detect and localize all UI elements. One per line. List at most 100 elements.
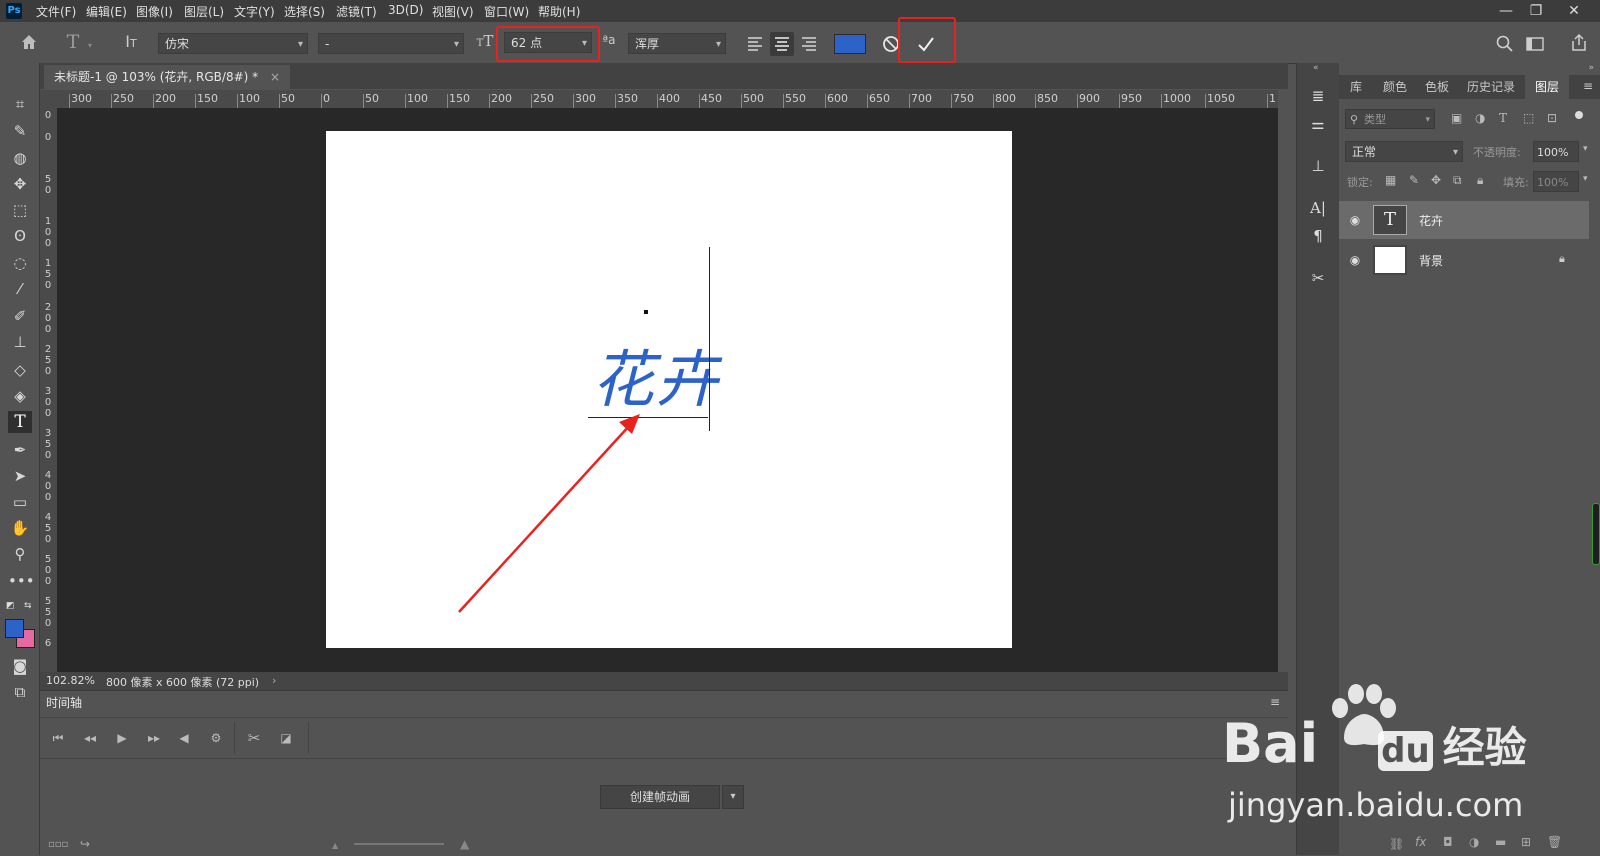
layer-filter-select[interactable]: ⚲ 类型 ▾	[1345, 109, 1435, 129]
type-tool-preset-icon[interactable]: T	[62, 31, 84, 53]
eraser-tool-icon[interactable]: ◇	[8, 359, 32, 381]
chevron-right-icon[interactable]: ›	[272, 674, 276, 687]
screen-mode-icon[interactable]: ⧉	[8, 681, 32, 703]
menu-help[interactable]: 帮助(H)	[538, 3, 580, 20]
chevron-down-icon[interactable]: ▾	[1583, 174, 1588, 184]
restore-button[interactable]: ❐	[1524, 1, 1548, 21]
zoom-in-icon[interactable]: ▲	[460, 837, 469, 851]
filter-toggle-icon[interactable]	[1575, 111, 1583, 119]
default-colors-icon[interactable]: ◩	[6, 601, 16, 611]
menu-layer[interactable]: 图层(L)	[184, 3, 224, 20]
brush-tool-icon[interactable]: ✐	[8, 305, 32, 327]
transition-icon[interactable]: ◪	[276, 728, 296, 748]
share-icon[interactable]	[1568, 32, 1590, 54]
font-style-select[interactable]: - ▾	[318, 33, 464, 54]
search-icon[interactable]	[1494, 33, 1516, 55]
lock-position-icon[interactable]: ✥	[1431, 173, 1441, 187]
menu-select[interactable]: 选择(S)	[284, 3, 325, 20]
menu-image[interactable]: 图像(I)	[136, 3, 173, 20]
type-tool-icon[interactable]: T	[8, 411, 32, 433]
rectangle-tool-icon[interactable]: ▭	[8, 491, 32, 513]
filter-adjustment-icon[interactable]: ◑	[1475, 111, 1485, 125]
layer-name[interactable]: 花卉	[1419, 212, 1443, 229]
adjustments-icon[interactable]: ⚌	[1307, 113, 1329, 135]
pen-tool-icon[interactable]: ✒	[8, 439, 32, 461]
blend-mode-select[interactable]: 正常 ▾	[1345, 141, 1463, 162]
character-panel-icon[interactable]: A|	[1307, 197, 1329, 219]
visibility-eye-icon[interactable]: ◉	[1347, 213, 1363, 227]
crop-tool-icon[interactable]: ⌗	[8, 93, 32, 115]
toggle-text-orientation-icon[interactable]: IT	[120, 32, 142, 54]
visibility-eye-icon[interactable]: ◉	[1347, 253, 1363, 267]
frame-view-icon[interactable]: ▫▫▫	[48, 839, 68, 850]
chevron-down-icon[interactable]: ▾	[1583, 144, 1588, 154]
filter-pixel-icon[interactable]: ▣	[1451, 111, 1462, 125]
fill-input[interactable]: 100%	[1533, 171, 1579, 192]
lock-transparent-icon[interactable]: ▦	[1385, 173, 1396, 187]
menu-filter[interactable]: 滤镜(T)	[336, 3, 377, 20]
paint-bucket-tool-icon[interactable]: ◈	[8, 385, 32, 407]
horizontal-ruler[interactable]: 300 250 200 150 100 50 0 50 100 150 200 250 300 350 40…	[57, 90, 1278, 109]
convert-icon[interactable]: ↪	[80, 837, 90, 851]
close-tab-icon[interactable]: ×	[270, 70, 280, 84]
home-icon[interactable]	[18, 32, 40, 54]
collapse-arrows-icon[interactable]: «	[1313, 63, 1319, 73]
tools-presets-icon[interactable]: ✂	[1307, 267, 1329, 289]
lock-image-icon[interactable]: ✎	[1409, 173, 1419, 187]
tab-swatches[interactable]: 色板	[1417, 75, 1457, 99]
preset-chevron-icon[interactable]: ▾	[88, 41, 92, 50]
move-tool-icon[interactable]: ✥	[8, 173, 32, 195]
next-frame-icon[interactable]: ▸▸	[144, 728, 164, 748]
quick-select-tool-icon[interactable]: ◌	[8, 252, 32, 274]
paragraph-panel-icon[interactable]: ¶	[1307, 225, 1329, 247]
stamp-tool-icon[interactable]: ⊥	[8, 331, 32, 353]
filter-type-icon[interactable]: T	[1499, 111, 1507, 125]
vertical-ruler[interactable]: 0 0 5 0 1 0 0 1 5 0 2 0 0 2 5 0 3 0 0 3 5 0 4 0 0…	[40, 108, 58, 672]
minimize-button[interactable]: —	[1494, 1, 1518, 21]
filter-shape-icon[interactable]: ⬚	[1523, 111, 1534, 125]
panel-scrollbar[interactable]	[1592, 503, 1600, 565]
tab-layers[interactable]: 图层	[1525, 75, 1569, 99]
timeline-zoom-slider[interactable]	[354, 843, 444, 845]
previous-frame-icon[interactable]: ◂◂	[80, 728, 100, 748]
layer-name[interactable]: 背景	[1419, 252, 1443, 269]
menu-type[interactable]: 文字(Y)	[234, 3, 275, 20]
play-icon[interactable]: ▶	[112, 728, 132, 748]
align-center-icon[interactable]	[770, 32, 794, 56]
eyedropper-tool-icon[interactable]: ⁄	[8, 278, 32, 300]
more-tools-icon[interactable]: •••	[8, 570, 35, 592]
marquee-tool-icon[interactable]: ⬚	[8, 199, 32, 221]
zoom-level[interactable]: 102.82%	[46, 674, 95, 687]
expand-arrows-icon[interactable]: »	[1588, 63, 1594, 73]
lasso-tool-icon[interactable]: ʘ	[8, 225, 32, 247]
timeline-tab[interactable]: 时间轴	[46, 694, 82, 711]
menu-file[interactable]: 文件(F)	[36, 3, 76, 20]
brush-settings-icon[interactable]: ≣	[1307, 85, 1329, 107]
menu-view[interactable]: 视图(V)	[432, 3, 474, 20]
ruler-origin[interactable]	[40, 90, 57, 108]
swap-colors-icon[interactable]: ⇆	[24, 601, 34, 611]
menu-edit[interactable]: 编辑(E)	[86, 3, 127, 20]
antialias-select[interactable]: 浑厚 ▾	[628, 33, 726, 54]
text-color-swatch[interactable]	[834, 34, 866, 54]
layer-row-background[interactable]: ◉ 背景 🔒︎	[1339, 241, 1589, 279]
canvas-text-layer[interactable]: 花卉	[592, 345, 720, 415]
healing-brush-tool-icon[interactable]: ✎	[8, 120, 32, 142]
foreground-color-swatch[interactable]	[5, 619, 24, 638]
lock-artboard-icon[interactable]: ⧉	[1453, 173, 1462, 188]
zoom-out-icon[interactable]: ▲	[332, 841, 338, 850]
align-left-icon[interactable]	[744, 33, 766, 55]
clone-source-icon[interactable]: ⊥	[1307, 155, 1329, 177]
document-info[interactable]: 800 像素 x 600 像素 (72 ppi)	[106, 674, 259, 690]
zoom-tool-icon[interactable]: ⚲	[8, 543, 32, 565]
document-tab[interactable]: 未标题-1 @ 103% (花卉, RGB/8#) * ×	[44, 65, 291, 89]
hand-tool-icon[interactable]: ✋	[8, 517, 32, 539]
font-family-select[interactable]: 仿宋 ▾	[158, 33, 308, 54]
lock-all-icon[interactable]: 🔒︎	[1477, 173, 1483, 188]
menu-3d[interactable]: 3D(D)	[388, 3, 423, 17]
first-frame-icon[interactable]: ⏮	[48, 728, 68, 748]
path-selection-tool-icon[interactable]: ➤	[8, 465, 32, 487]
create-frame-animation-button[interactable]: 创建帧动画	[600, 785, 720, 809]
filter-smart-object-icon[interactable]: ⊡	[1547, 111, 1557, 125]
tab-color[interactable]: 颜色	[1375, 75, 1415, 99]
